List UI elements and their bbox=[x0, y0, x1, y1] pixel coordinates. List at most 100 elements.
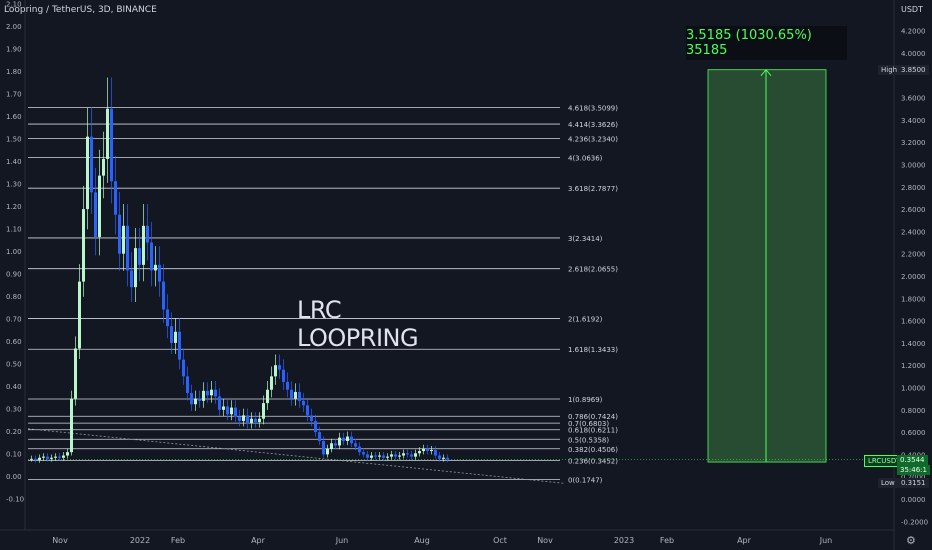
time-axis-label: Aug bbox=[414, 536, 430, 545]
candle bbox=[214, 389, 217, 397]
candle bbox=[218, 396, 221, 410]
candle bbox=[222, 406, 225, 410]
candle bbox=[198, 398, 201, 401]
candle bbox=[106, 108, 109, 159]
candle bbox=[346, 436, 349, 442]
candle bbox=[334, 443, 337, 446]
candle bbox=[182, 359, 185, 377]
settings-gear-icon[interactable]: ⚙ bbox=[906, 534, 916, 547]
candle bbox=[66, 452, 69, 456]
fib-level-label: 0(0.1747) bbox=[568, 477, 603, 485]
candle bbox=[110, 108, 113, 182]
candle bbox=[130, 270, 133, 288]
candle bbox=[30, 458, 33, 460]
candle bbox=[138, 248, 141, 265]
right-axis-tick: 2.4000 bbox=[901, 228, 926, 236]
trendline bbox=[27, 428, 566, 484]
candle bbox=[386, 456, 389, 458]
candle bbox=[190, 393, 193, 405]
fib-level-label: 4.414(3.3626) bbox=[568, 121, 618, 129]
fib-level-label: 0.618(0.6211) bbox=[568, 427, 618, 435]
candle bbox=[82, 209, 85, 282]
axis-unit-label: USDT bbox=[901, 5, 923, 14]
candle bbox=[258, 418, 261, 423]
left-axis-tick: 1.30 bbox=[6, 181, 22, 189]
fib-level-label: 1.618(1.3433) bbox=[568, 346, 618, 354]
candle bbox=[446, 457, 449, 460]
candle bbox=[298, 391, 301, 401]
fib-level-label: 2.618(2.0655) bbox=[568, 266, 618, 274]
candle bbox=[286, 381, 289, 390]
left-axis-tick: 1.40 bbox=[6, 158, 22, 166]
candle bbox=[74, 348, 77, 399]
fib-level-label: 0.5(0.5358) bbox=[568, 436, 609, 444]
candle bbox=[146, 225, 149, 243]
candle bbox=[434, 449, 437, 456]
candle bbox=[202, 390, 205, 401]
candle bbox=[246, 415, 249, 424]
candle bbox=[438, 455, 441, 459]
countdown-badge: 35:46:1 bbox=[897, 465, 930, 475]
time-axis-label: Apr bbox=[737, 536, 752, 545]
candle bbox=[394, 454, 397, 457]
left-axis-tick: 1.20 bbox=[6, 203, 22, 211]
symbol-title[interactable]: Loopring / TetherUS, 3D, BINANCE bbox=[4, 5, 157, 15]
right-axis-tick: 0.6000 bbox=[901, 429, 926, 437]
candle bbox=[442, 457, 445, 459]
right-axis-tick: 2.8000 bbox=[901, 184, 926, 192]
fib-level-label: 2(1.6192) bbox=[568, 315, 603, 323]
candle bbox=[266, 389, 269, 404]
left-axis-tick: 1.10 bbox=[6, 226, 22, 234]
right-axis-tick: 2.2000 bbox=[901, 251, 926, 259]
candle bbox=[306, 405, 309, 416]
candle bbox=[358, 446, 361, 453]
candle bbox=[238, 416, 241, 421]
candle bbox=[254, 418, 257, 423]
candle bbox=[86, 136, 89, 210]
candle bbox=[154, 264, 157, 271]
measure-label[interactable]: 3.5185 (1030.65%) 35185 bbox=[686, 26, 847, 60]
right-axis-tick: 2.6000 bbox=[901, 206, 926, 214]
high-value-badge: 3.8500 bbox=[898, 65, 929, 75]
candle bbox=[270, 376, 273, 390]
candle bbox=[354, 443, 357, 447]
candle bbox=[318, 432, 321, 442]
candle bbox=[390, 454, 393, 457]
candle bbox=[226, 406, 229, 415]
left-axis-tick: 1.70 bbox=[6, 91, 22, 99]
left-axis-tick: 0.60 bbox=[6, 338, 22, 346]
left-axis-tick: 0.40 bbox=[6, 383, 22, 391]
fib-level-label: 1(0.8969) bbox=[568, 396, 603, 404]
candle bbox=[250, 418, 253, 424]
fib-level-label: 0.382(0.4506) bbox=[568, 446, 618, 454]
candle bbox=[342, 437, 345, 442]
left-axis-tick: 1.90 bbox=[6, 46, 22, 54]
candle bbox=[374, 455, 377, 457]
left-axis-tick: 1.00 bbox=[6, 248, 22, 256]
candle bbox=[362, 452, 365, 455]
price-chart[interactable]: 2.102.001.901.801.701.601.501.401.301.20… bbox=[0, 0, 932, 550]
left-axis-tick: 0.30 bbox=[6, 406, 22, 414]
candle bbox=[430, 449, 433, 452]
fib-level-label: 3(2.3414) bbox=[568, 235, 603, 243]
left-axis-tick: -0.10 bbox=[6, 496, 24, 504]
candle bbox=[126, 225, 129, 271]
candle bbox=[418, 451, 421, 454]
candle bbox=[46, 456, 49, 459]
candle bbox=[294, 391, 297, 399]
right-axis-tick: 1.8000 bbox=[901, 295, 926, 303]
left-axis-tick: 0.10 bbox=[6, 451, 22, 459]
candle bbox=[78, 281, 81, 349]
candle bbox=[278, 365, 281, 370]
right-axis-tick: 3.6000 bbox=[901, 95, 926, 103]
candle bbox=[410, 454, 413, 457]
time-axis-label: Nov bbox=[537, 536, 553, 545]
time-axis-label: Jun bbox=[819, 536, 833, 545]
candle bbox=[406, 453, 409, 455]
candle bbox=[94, 192, 97, 237]
last-price-badge: 0.3544 bbox=[897, 455, 928, 465]
time-axis-label: Feb bbox=[660, 536, 674, 545]
right-axis-tick: 2.0000 bbox=[901, 273, 926, 281]
candle bbox=[118, 214, 121, 254]
overlay-text-loopring: LOOPRING bbox=[297, 324, 419, 352]
